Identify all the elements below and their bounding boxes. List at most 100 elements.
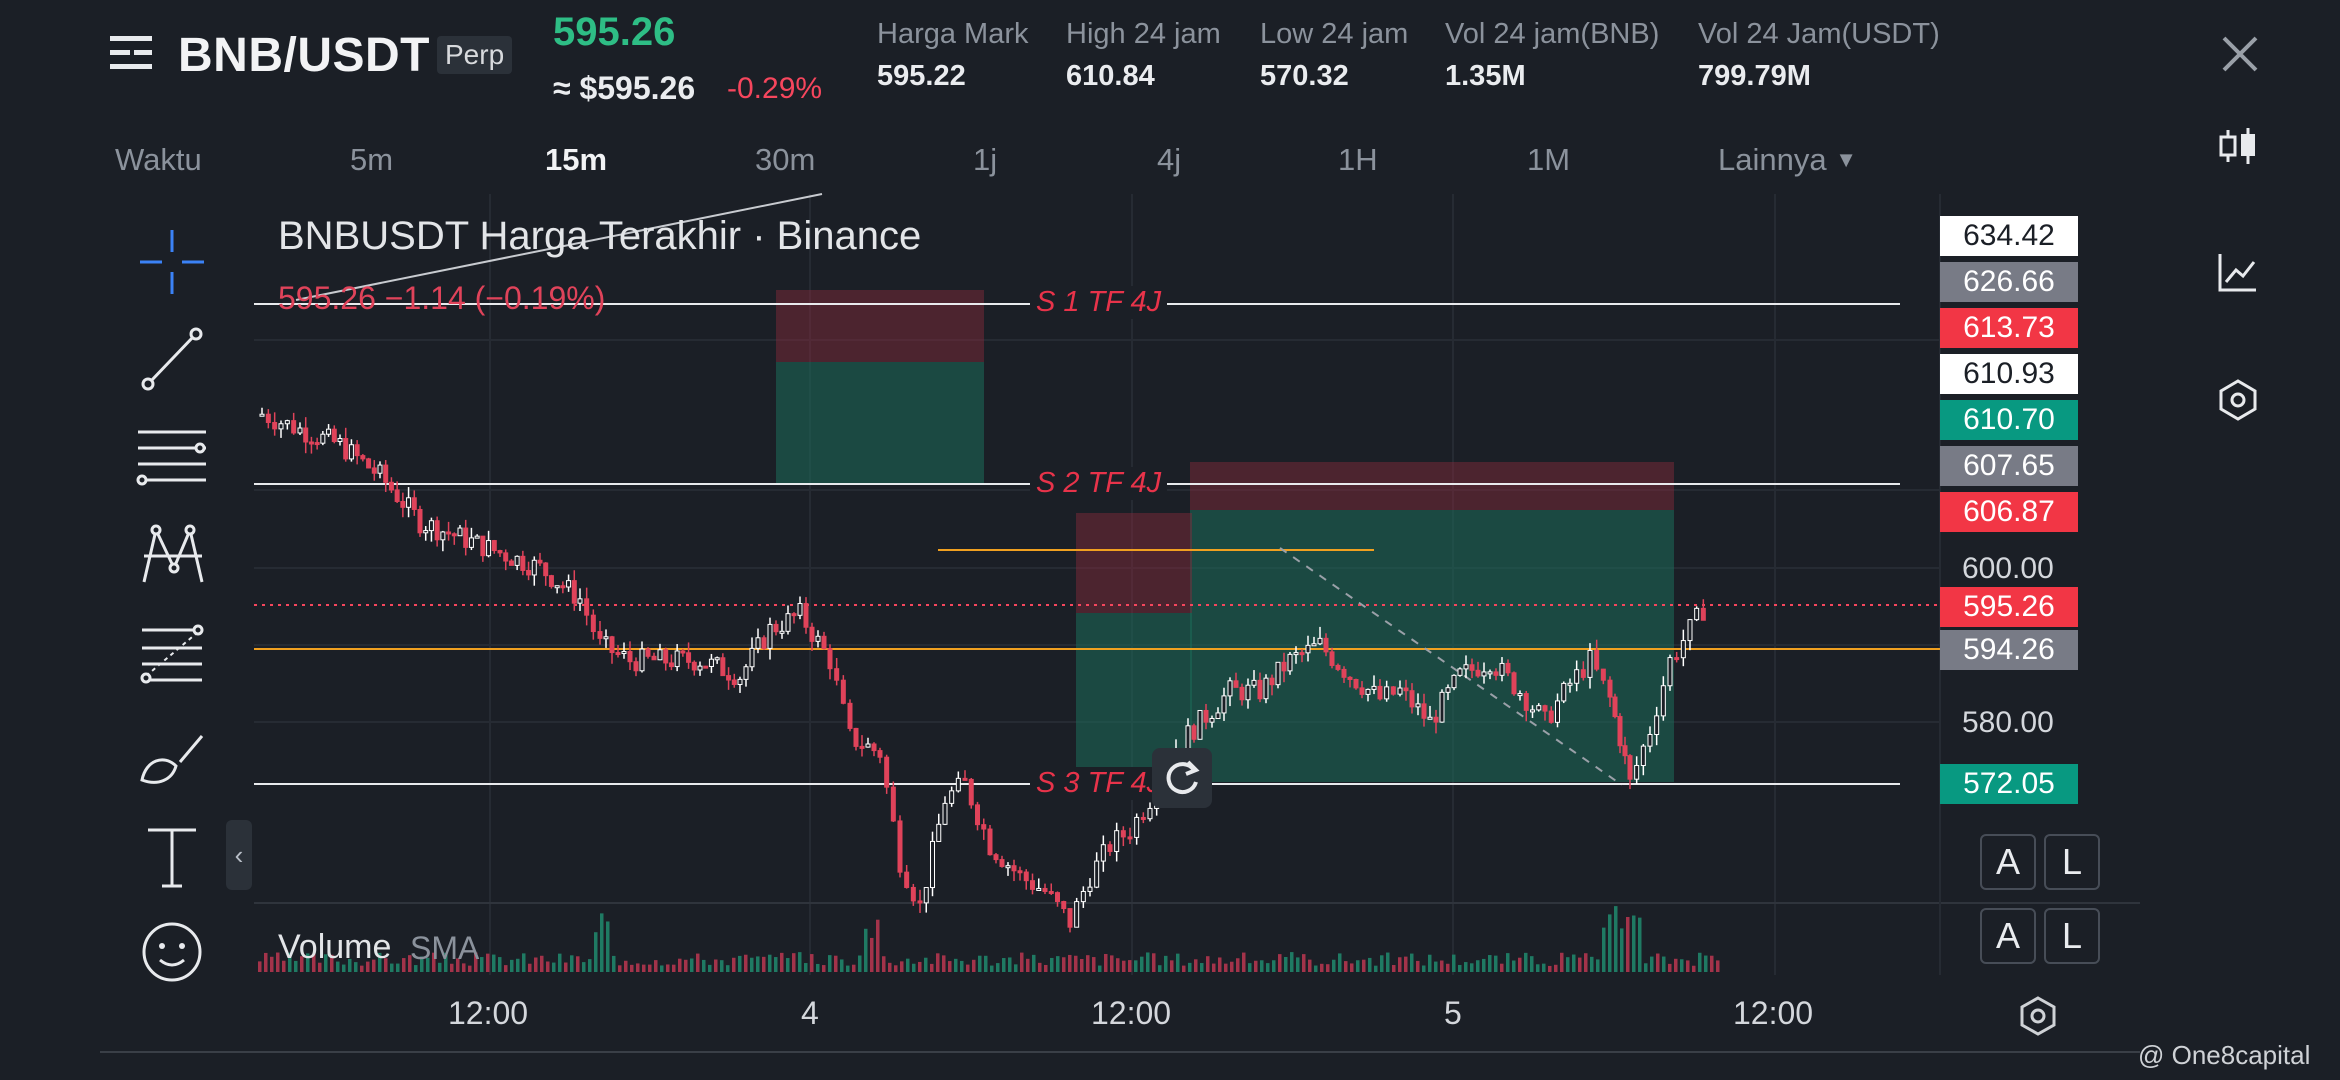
alert-a-button[interactable]: A <box>1980 834 2036 890</box>
volume-bar <box>870 937 874 972</box>
alert-l-button[interactable]: L <box>2044 908 2100 964</box>
candle-body <box>962 777 968 781</box>
volume-bar <box>1032 954 1036 972</box>
candle-body <box>1005 865 1011 869</box>
ohlc-readout: 595.26 −1.14 (−0.19%) <box>278 280 606 316</box>
volume-bar <box>672 964 676 972</box>
volume-bar <box>498 957 502 972</box>
volume-bar <box>930 963 934 972</box>
candle-body <box>526 569 532 576</box>
candle-body <box>877 750 883 758</box>
candle-body <box>440 531 446 541</box>
candle-body <box>360 455 366 460</box>
chart-settings-icon[interactable] <box>2016 994 2060 1038</box>
candle-body <box>1147 807 1153 820</box>
volume-bar <box>1236 958 1240 972</box>
candle-body <box>749 647 755 668</box>
volume-bar <box>966 964 970 972</box>
collapse-toolbar-button[interactable]: ‹ <box>226 820 252 890</box>
volume-bar <box>684 959 688 972</box>
candle-body <box>1127 836 1133 840</box>
candle-body <box>314 442 320 446</box>
candle-body <box>1622 745 1628 757</box>
candle-body <box>343 437 349 460</box>
volume-bar <box>1068 954 1072 972</box>
candle-body <box>480 535 486 557</box>
volume-bar <box>750 957 754 972</box>
crosshair-tool-icon[interactable] <box>128 222 216 302</box>
volume-bar <box>1446 963 1450 972</box>
candle-body <box>1475 669 1481 677</box>
volume-bar <box>1542 963 1546 972</box>
candle-body <box>543 562 549 577</box>
candle-body <box>720 657 726 677</box>
candle-body <box>1694 607 1700 621</box>
volume-bar <box>894 965 898 972</box>
volume-bar <box>642 964 646 972</box>
text-tool-icon[interactable] <box>128 816 216 896</box>
candle-body <box>297 427 303 434</box>
candle-body <box>468 537 474 548</box>
volume-bar <box>1044 964 1048 972</box>
candle-body <box>446 531 452 535</box>
candle-body <box>1487 671 1493 675</box>
volume-bar <box>834 955 838 972</box>
volume-bar <box>1662 956 1666 972</box>
candle-body <box>1511 672 1517 695</box>
volume-bar <box>1686 960 1690 972</box>
alert-a-button[interactable]: A <box>1980 908 2036 964</box>
candle-body <box>1030 880 1035 890</box>
volume-bar <box>1248 963 1252 972</box>
volume-bar <box>1278 954 1282 972</box>
candle-body <box>1134 816 1140 838</box>
volume-bar <box>1584 953 1588 972</box>
trendline-tool-icon[interactable] <box>128 318 216 398</box>
candle-body <box>1409 690 1415 708</box>
candle-body <box>904 871 910 888</box>
volume-bar <box>1104 953 1108 972</box>
candle-body <box>809 626 815 642</box>
candle-body <box>1140 816 1146 820</box>
candle-body <box>1203 709 1209 723</box>
candle-body <box>993 854 999 861</box>
candle-body <box>859 745 865 749</box>
brush-tool-icon[interactable] <box>128 720 216 800</box>
volume-bar <box>1002 958 1006 972</box>
volume-bar <box>1140 956 1144 972</box>
fibonacci-tool-icon[interactable] <box>128 614 216 694</box>
volume-bar <box>1692 965 1696 972</box>
candle-body <box>791 613 797 617</box>
volume-bar <box>906 958 910 972</box>
candle-body <box>1067 908 1073 928</box>
candle-body <box>1048 890 1054 894</box>
candle-body <box>366 458 372 469</box>
volume-bar <box>858 955 862 972</box>
volume-bar <box>1080 959 1084 972</box>
horizontal-lines-tool-icon[interactable] <box>128 418 216 498</box>
volume-bar <box>1710 955 1714 972</box>
volume-bar <box>1026 958 1030 972</box>
candle-body <box>821 635 827 650</box>
volume-bar <box>876 919 880 972</box>
watermark: @ One8capital <box>2138 1040 2311 1070</box>
volume-bar <box>1704 955 1708 972</box>
volume-bar <box>1284 956 1288 972</box>
candle-body <box>1011 865 1017 872</box>
volume-bar <box>1092 957 1096 972</box>
pattern-tool-icon[interactable] <box>128 516 216 596</box>
volume-bar <box>1506 953 1510 972</box>
volume-bar <box>1050 957 1054 972</box>
candle-body <box>1451 674 1457 689</box>
price-tag: 594.26 <box>1940 630 2078 670</box>
level-label-s3: S 3 TF 4J <box>1030 767 1168 800</box>
candle-body <box>897 820 903 873</box>
alert-l-button[interactable]: L <box>2044 834 2100 890</box>
candle-body <box>680 650 686 654</box>
candle-body <box>999 859 1005 867</box>
reset-chart-button[interactable] <box>1152 748 1212 808</box>
volume-bar <box>258 961 262 972</box>
candle-body <box>284 420 290 425</box>
candle-body <box>383 464 389 483</box>
emoji-tool-icon[interactable] <box>128 912 216 992</box>
stop-zone <box>776 290 984 362</box>
